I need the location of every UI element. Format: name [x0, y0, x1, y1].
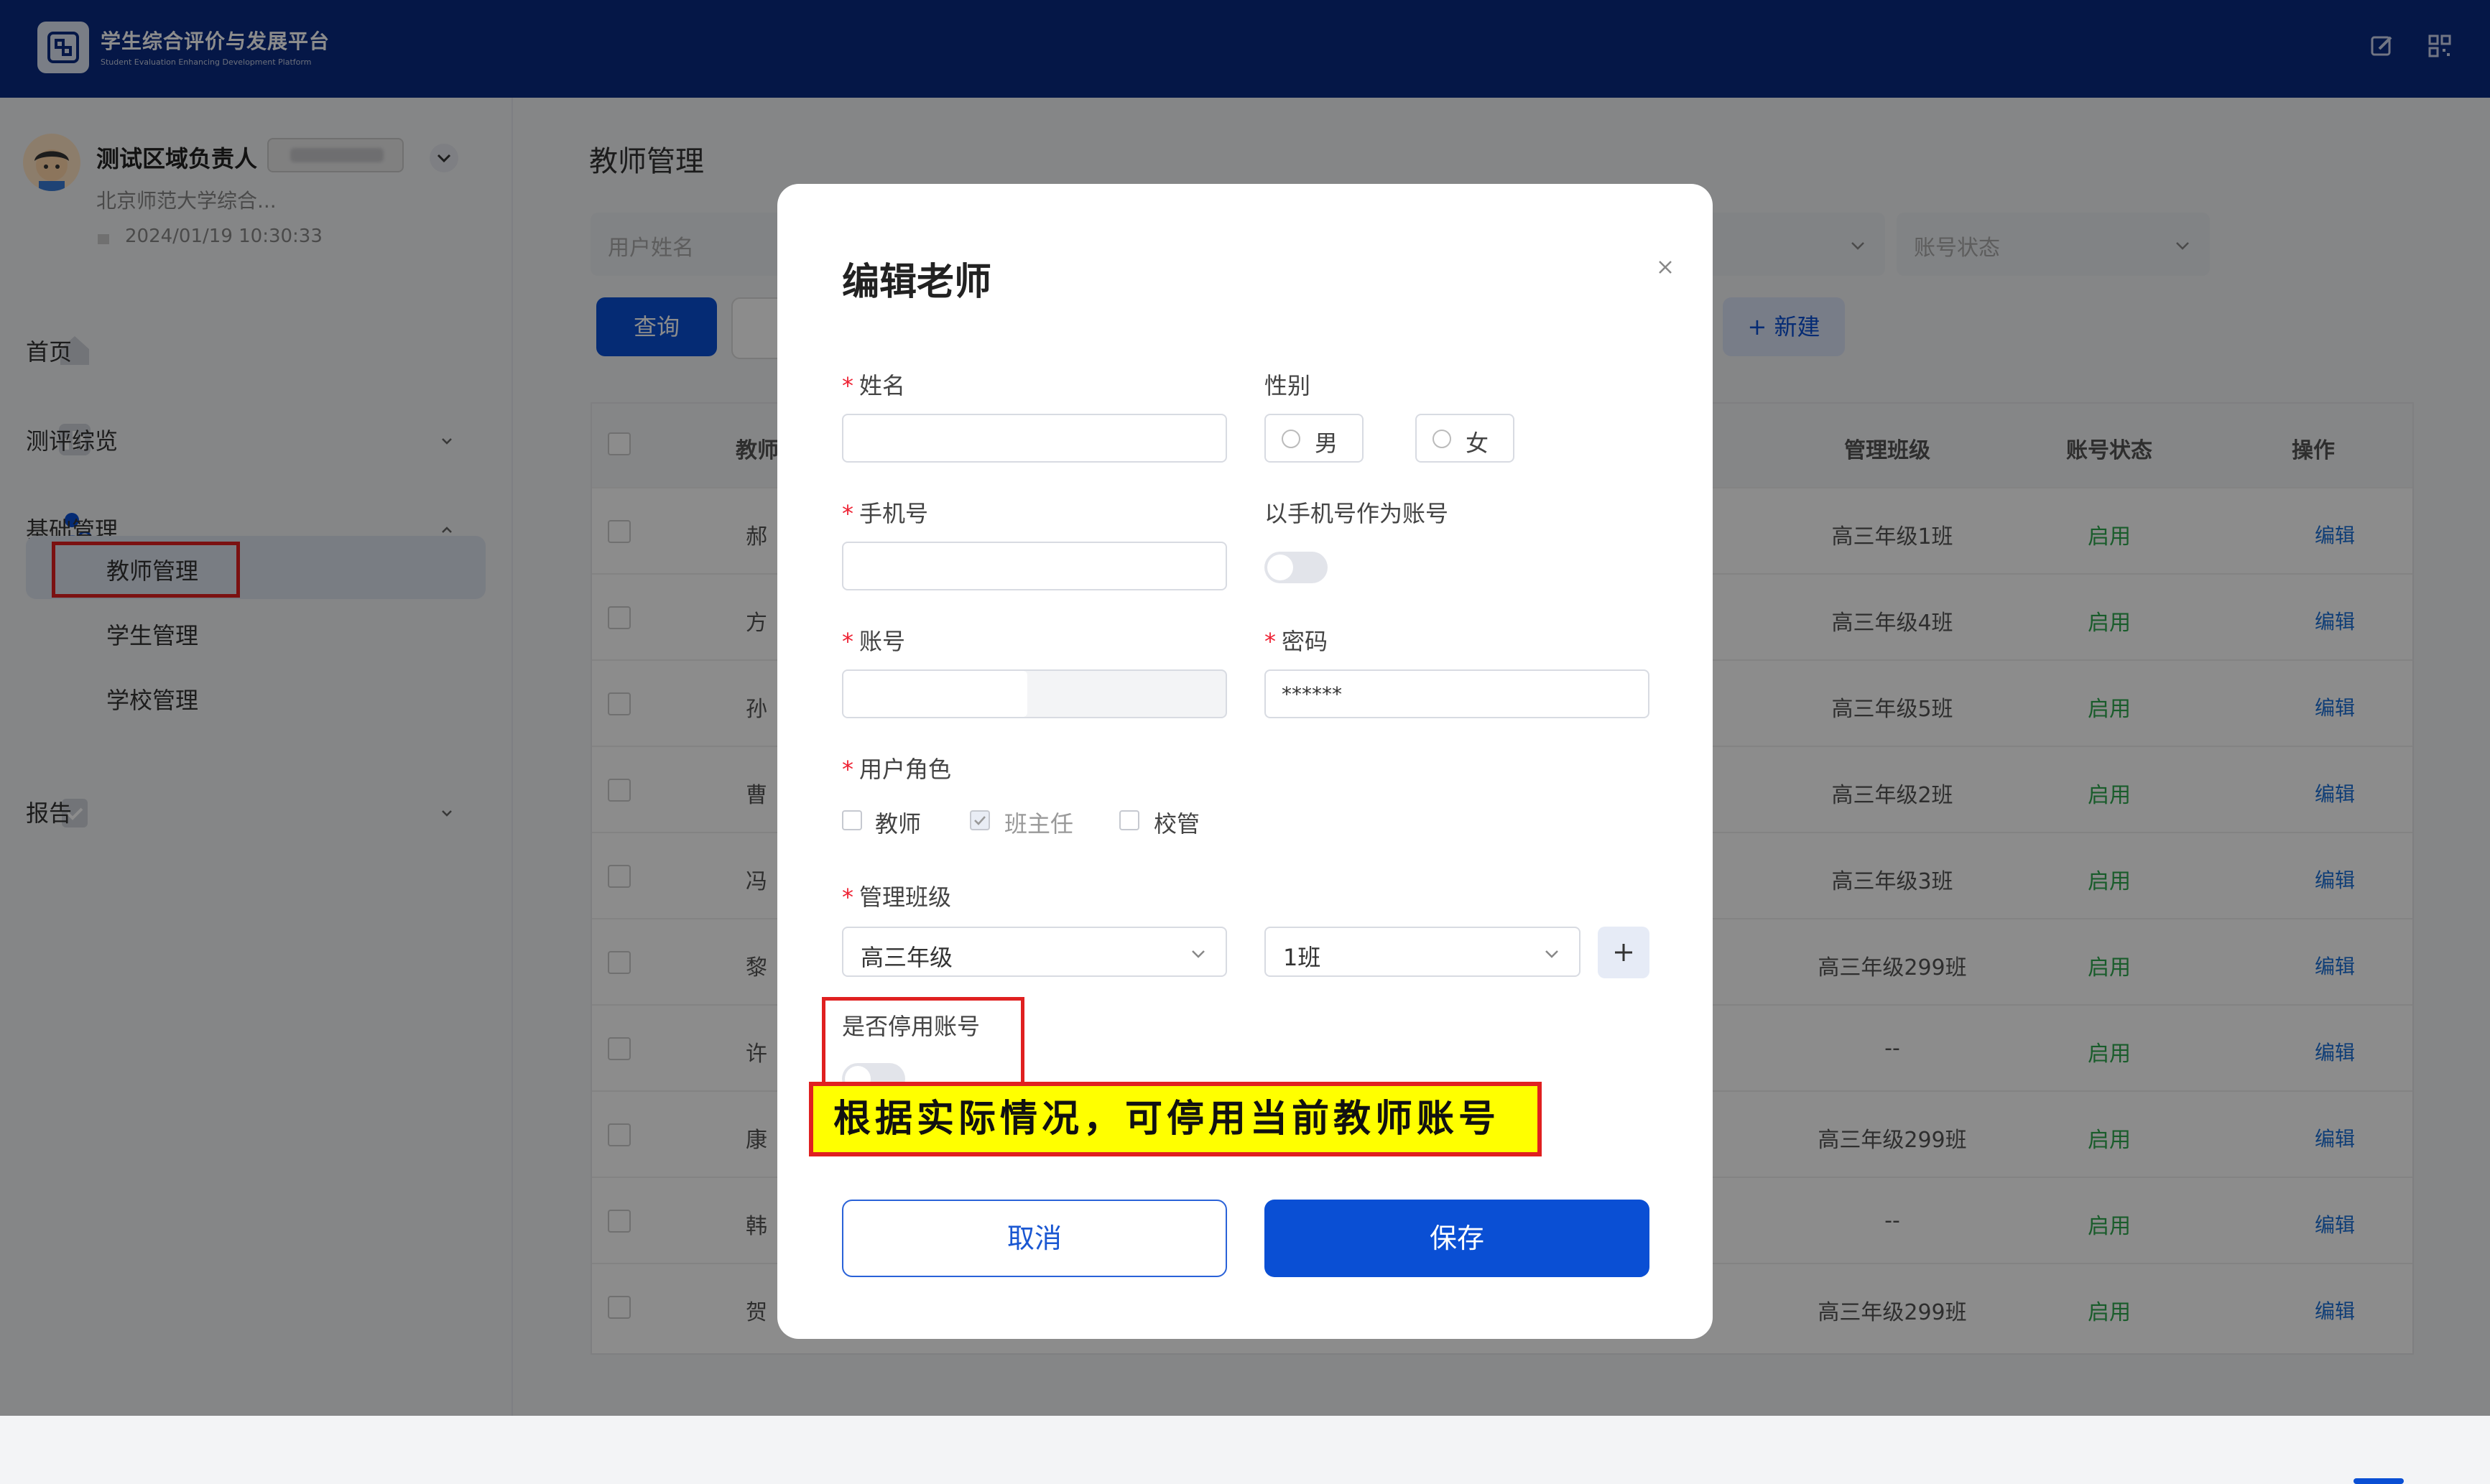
grade-select-value: 高三年级 [861, 944, 953, 971]
close-icon[interactable] [1652, 254, 1678, 283]
class-select-value: 1班 [1283, 944, 1321, 971]
role-admin-label: 校管 [1154, 810, 1200, 838]
chevron-down-icon [1545, 950, 1558, 958]
phone-label: * 手机号 [842, 500, 929, 527]
gender-male-radio[interactable]: 男 [1264, 414, 1364, 463]
phone-input[interactable] [842, 542, 1227, 590]
role-teacher-checkbox[interactable] [842, 810, 862, 830]
chevron-down-icon [1192, 950, 1205, 958]
grade-select[interactable]: 高三年级 [842, 927, 1227, 977]
phone-as-account-label: 以手机号作为账号 [1264, 500, 1449, 527]
save-button[interactable]: 保存 [1264, 1200, 1649, 1277]
password-value: ****** [1282, 682, 1342, 706]
name-input[interactable] [842, 414, 1227, 463]
highlight-box-disable-account [822, 997, 1024, 1089]
password-label: * 密码 [1264, 628, 1328, 655]
pagination [2058, 1478, 2490, 1484]
plus-icon [1615, 944, 1632, 961]
cancel-button[interactable]: 取消 [842, 1200, 1227, 1277]
role-headteacher-checkbox[interactable] [970, 810, 990, 830]
role-label: * 用户角色 [842, 756, 952, 783]
annotation-callout: 根据实际情况，可停用当前教师账号 [809, 1082, 1542, 1156]
pagination-active-indicator [2354, 1478, 2404, 1484]
phone-as-account-toggle[interactable] [1264, 552, 1328, 583]
gender-female-label: 女 [1466, 430, 1489, 457]
account-label: * 账号 [842, 628, 906, 655]
gender-female-radio[interactable]: 女 [1415, 414, 1514, 463]
class-select[interactable]: 1班 [1264, 927, 1580, 977]
role-headteacher-label: 班主任 [1004, 810, 1074, 838]
name-label: * 姓名 [842, 372, 906, 399]
account-input [842, 669, 1227, 718]
add-class-button[interactable] [1598, 927, 1649, 978]
gender-male-label: 男 [1315, 430, 1338, 457]
role-admin-checkbox[interactable] [1119, 810, 1139, 830]
edit-teacher-dialog: 编辑老师 * 姓名 性别 男 女 * 手机号 以手机号作为账号 * 账号 * 密码 **… [777, 184, 1713, 1339]
role-teacher-label: 教师 [875, 810, 922, 838]
password-input[interactable]: ****** [1264, 669, 1649, 718]
class-label: * 管理班级 [842, 884, 952, 911]
dialog-title: 编辑老师 [842, 261, 992, 304]
gender-label: 性别 [1264, 372, 1311, 399]
